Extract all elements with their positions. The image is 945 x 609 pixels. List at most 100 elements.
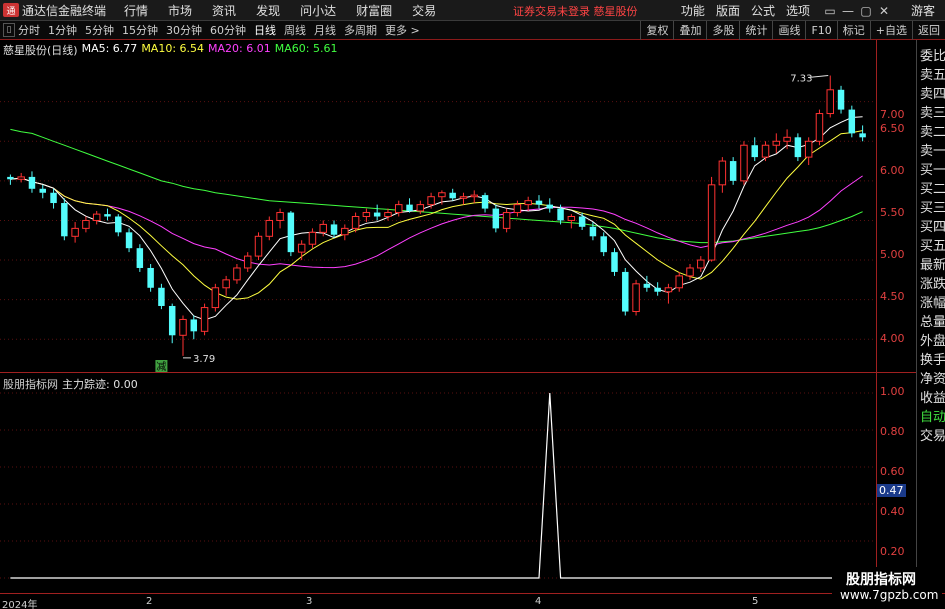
candle-body — [136, 248, 144, 268]
candle-body — [686, 267, 694, 277]
side-item-bid5[interactable]: 买五 — [920, 235, 945, 254]
side-item-bid-ratio[interactable]: 委比 — [920, 45, 945, 64]
period-more[interactable]: 更多 > — [385, 22, 420, 38]
candle-body — [740, 144, 748, 182]
side-item-auto[interactable]: 自动 — [920, 406, 945, 425]
guest-account[interactable]: 游客 — [911, 2, 935, 19]
side-item-latest[interactable]: 最新 — [920, 254, 945, 273]
candle-body — [524, 200, 532, 206]
overlay-button[interactable]: 叠加 — [673, 21, 706, 40]
period-monthly[interactable]: 月线 — [314, 22, 336, 38]
watermark-url: www.7gpzb.com — [840, 588, 939, 602]
date-tick: 2 — [146, 596, 153, 607]
stock-title[interactable]: 慈星股份(日线) — [3, 42, 78, 58]
draw-line-button[interactable]: 画线 — [772, 21, 805, 40]
candle-body — [492, 208, 500, 229]
side-item-ask4[interactable]: 卖四 — [920, 83, 945, 102]
side-item-change[interactable]: 涨跌 — [920, 273, 945, 292]
candle-body — [513, 204, 522, 214]
candle-body — [61, 203, 68, 237]
candlestick-chart[interactable]: 7.333.79减 — [0, 40, 876, 373]
side-item-net-assets[interactable]: 净资 — [920, 368, 945, 387]
mark-button[interactable]: 标记 — [836, 21, 870, 40]
ma60-label: MA60: 5.61 — [274, 42, 338, 55]
indicator-chart[interactable] — [0, 373, 876, 593]
period-daily[interactable]: 日线 — [254, 22, 276, 38]
login-notice[interactable]: 证券交易未登录 慈星股份 — [513, 3, 638, 19]
period-15min[interactable]: 15分钟 — [122, 22, 158, 38]
period-5min[interactable]: 5分钟 — [85, 22, 114, 38]
date-tick: 4 — [535, 596, 542, 607]
candle-body — [351, 216, 360, 229]
price-tick: 6.50 — [880, 122, 905, 135]
adjust-button[interactable]: 复权 — [640, 21, 673, 40]
statistics-button[interactable]: 统计 — [739, 21, 772, 40]
period-30min[interactable]: 30分钟 — [166, 22, 202, 38]
side-item-ask1[interactable]: 卖一 — [920, 140, 945, 159]
menu-bar: 通 通达信金融终端 行情 市场 资讯 发现 问小达 财富圈 交易 证券交易未登录… — [0, 0, 945, 21]
restore-window-icon[interactable]: ▭ — [821, 4, 839, 18]
candle-body — [17, 176, 25, 180]
candle-body — [276, 212, 284, 221]
side-item-change-pct[interactable]: 涨幅 — [920, 292, 945, 311]
candle-body — [611, 252, 618, 272]
candle-body — [71, 227, 79, 237]
price-tick: 4.00 — [880, 332, 905, 345]
side-item-bid3[interactable]: 买三 — [920, 197, 945, 216]
f10-button[interactable]: F10 — [805, 21, 836, 40]
minimize-icon[interactable]: — — [839, 4, 857, 18]
price-axis: 7.00 6.50 6.00 5.50 5.00 4.50 4.00 — [876, 40, 916, 373]
candle-body — [837, 89, 845, 110]
menu-item-ask[interactable]: 问小达 — [300, 2, 336, 19]
price-tick: 7.00 — [880, 108, 905, 121]
ma5-label: MA5: 6.77 — [81, 42, 138, 55]
menu-item-options[interactable]: 选项 — [786, 2, 810, 19]
period-intraday[interactable]: 分时 — [18, 22, 40, 38]
candle-body — [330, 224, 338, 235]
menu-item-news[interactable]: 资讯 — [212, 2, 236, 19]
maximize-icon[interactable]: ▢ — [857, 4, 875, 18]
add-watchlist-button[interactable]: +自选 — [869, 21, 912, 40]
side-item-bid4[interactable]: 买四 — [920, 216, 945, 235]
candle-body — [859, 133, 866, 138]
menu-item-wealth[interactable]: 财富圈 — [356, 2, 392, 19]
indicator-cursor-value: 0.47 — [877, 484, 906, 497]
menu-item-market[interactable]: 市场 — [168, 2, 192, 19]
price-tick: 5.50 — [880, 206, 905, 219]
period-60min[interactable]: 60分钟 — [210, 22, 246, 38]
side-item-bid1[interactable]: 买一 — [920, 159, 945, 178]
period-multi[interactable]: 多周期 — [344, 22, 377, 38]
side-item-volume[interactable]: 总量 — [920, 311, 945, 330]
period-1min[interactable]: 1分钟 — [48, 22, 77, 38]
candle-body — [707, 184, 716, 261]
side-item-turnover[interactable]: 换手 — [920, 349, 945, 368]
back-button[interactable]: 返回 — [912, 21, 945, 40]
collapse-toolbar-icon[interactable]: ▯ — [3, 23, 15, 37]
side-item-ask2[interactable]: 卖二 — [920, 121, 945, 140]
indicator-tick: 0.20 — [880, 545, 905, 558]
candle-body — [50, 192, 57, 204]
candle-body — [297, 243, 306, 253]
price-tick: 4.50 — [880, 290, 905, 303]
menu-item-quotes[interactable]: 行情 — [124, 2, 148, 19]
period-weekly[interactable]: 周线 — [284, 22, 306, 38]
candle-body — [158, 287, 165, 306]
close-icon[interactable]: ✕ — [875, 4, 893, 18]
side-item-trade[interactable]: 交易 — [920, 425, 945, 444]
side-item-bid2[interactable]: 买二 — [920, 178, 945, 197]
side-item-earnings[interactable]: 收益 — [920, 387, 945, 406]
indicator-tick: 1.00 — [880, 385, 905, 398]
side-item-ask5[interactable]: 卖五 — [920, 64, 945, 83]
candle-body — [416, 204, 425, 212]
menu-item-discover[interactable]: 发现 — [256, 2, 280, 19]
candle-body — [362, 212, 371, 218]
menu-item-function[interactable]: 功能 — [681, 2, 705, 19]
menu-item-layout[interactable]: 版面 — [716, 2, 740, 19]
multi-stock-button[interactable]: 多股 — [706, 21, 739, 40]
candle-body — [675, 275, 683, 289]
menu-item-formula[interactable]: 公式 — [751, 2, 775, 19]
candle-body — [39, 188, 46, 193]
menu-item-trade[interactable]: 交易 — [412, 2, 436, 19]
side-item-outer[interactable]: 外盘 — [920, 330, 945, 349]
side-item-ask3[interactable]: 卖三 — [920, 102, 945, 121]
